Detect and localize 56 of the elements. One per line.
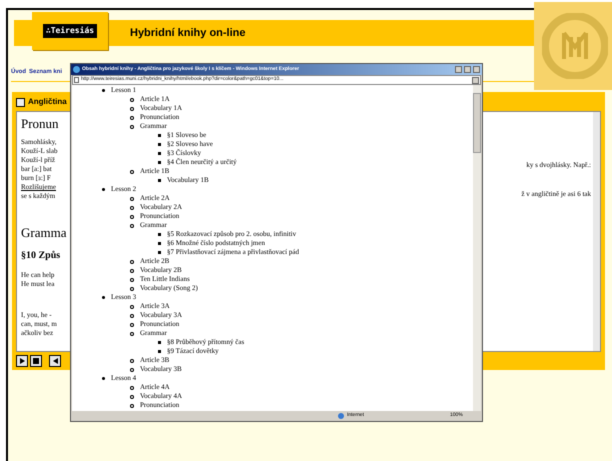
bullet-icon bbox=[130, 206, 134, 210]
section-heading: Gramma bbox=[21, 225, 67, 241]
bullet-icon bbox=[130, 116, 134, 120]
university-seal-icon bbox=[542, 13, 608, 79]
bullet-icon bbox=[158, 242, 161, 245]
bullet-icon bbox=[102, 377, 105, 380]
bullet-icon bbox=[158, 251, 161, 254]
subsection-heading: §10 Způs bbox=[21, 249, 62, 263]
bullet-icon bbox=[130, 170, 134, 174]
bullet-icon bbox=[130, 386, 134, 390]
bullet-icon bbox=[130, 224, 134, 228]
bullet-icon bbox=[130, 394, 134, 398]
bullet-icon bbox=[130, 124, 134, 128]
bullet-icon bbox=[130, 332, 134, 336]
page-icon bbox=[74, 77, 79, 83]
bullet-icon bbox=[158, 152, 161, 155]
bullet-icon bbox=[130, 278, 134, 282]
bullet-icon bbox=[158, 161, 161, 164]
logo: ∴Teiresiás bbox=[42, 24, 98, 38]
bullet-icon bbox=[158, 350, 161, 353]
panel-title: Angličtina bbox=[28, 96, 67, 108]
scrollbar-thumb[interactable] bbox=[473, 93, 481, 153]
stop-button[interactable] bbox=[30, 355, 42, 367]
triangle-icon bbox=[52, 358, 58, 364]
book-icon bbox=[16, 98, 25, 106]
bullet-icon bbox=[130, 322, 134, 326]
play-icon bbox=[20, 358, 24, 364]
bullet-icon bbox=[130, 404, 134, 408]
previous-button[interactable] bbox=[49, 355, 61, 367]
section-heading: Pronun bbox=[21, 116, 60, 132]
bullet-icon bbox=[130, 214, 134, 218]
bullet-icon bbox=[158, 233, 161, 236]
bullet-icon bbox=[102, 296, 105, 299]
play-button[interactable] bbox=[16, 355, 28, 367]
dropdown-icon bbox=[472, 76, 479, 84]
bullet-icon bbox=[158, 134, 161, 137]
site-title: Hybridní knihy on-line bbox=[130, 26, 246, 41]
bullet-icon bbox=[130, 268, 134, 272]
bullet-icon bbox=[158, 341, 161, 344]
minimize-button[interactable] bbox=[455, 66, 462, 73]
bullet-icon bbox=[102, 89, 105, 92]
bullet-icon bbox=[130, 286, 134, 290]
stop-icon bbox=[33, 358, 39, 364]
bullet-icon bbox=[130, 314, 134, 318]
bullet-icon bbox=[158, 179, 161, 182]
bullet-icon bbox=[130, 106, 134, 110]
bullet-icon bbox=[130, 304, 134, 308]
bullet-icon bbox=[130, 98, 134, 102]
bullet-icon bbox=[130, 358, 134, 362]
bullet-icon bbox=[130, 260, 134, 264]
bullet-icon bbox=[130, 196, 134, 200]
bullet-icon bbox=[130, 368, 134, 372]
close-button[interactable] bbox=[473, 66, 480, 73]
bullet-icon bbox=[102, 188, 105, 191]
bullet-icon bbox=[158, 143, 161, 146]
maximize-button[interactable] bbox=[464, 66, 471, 73]
